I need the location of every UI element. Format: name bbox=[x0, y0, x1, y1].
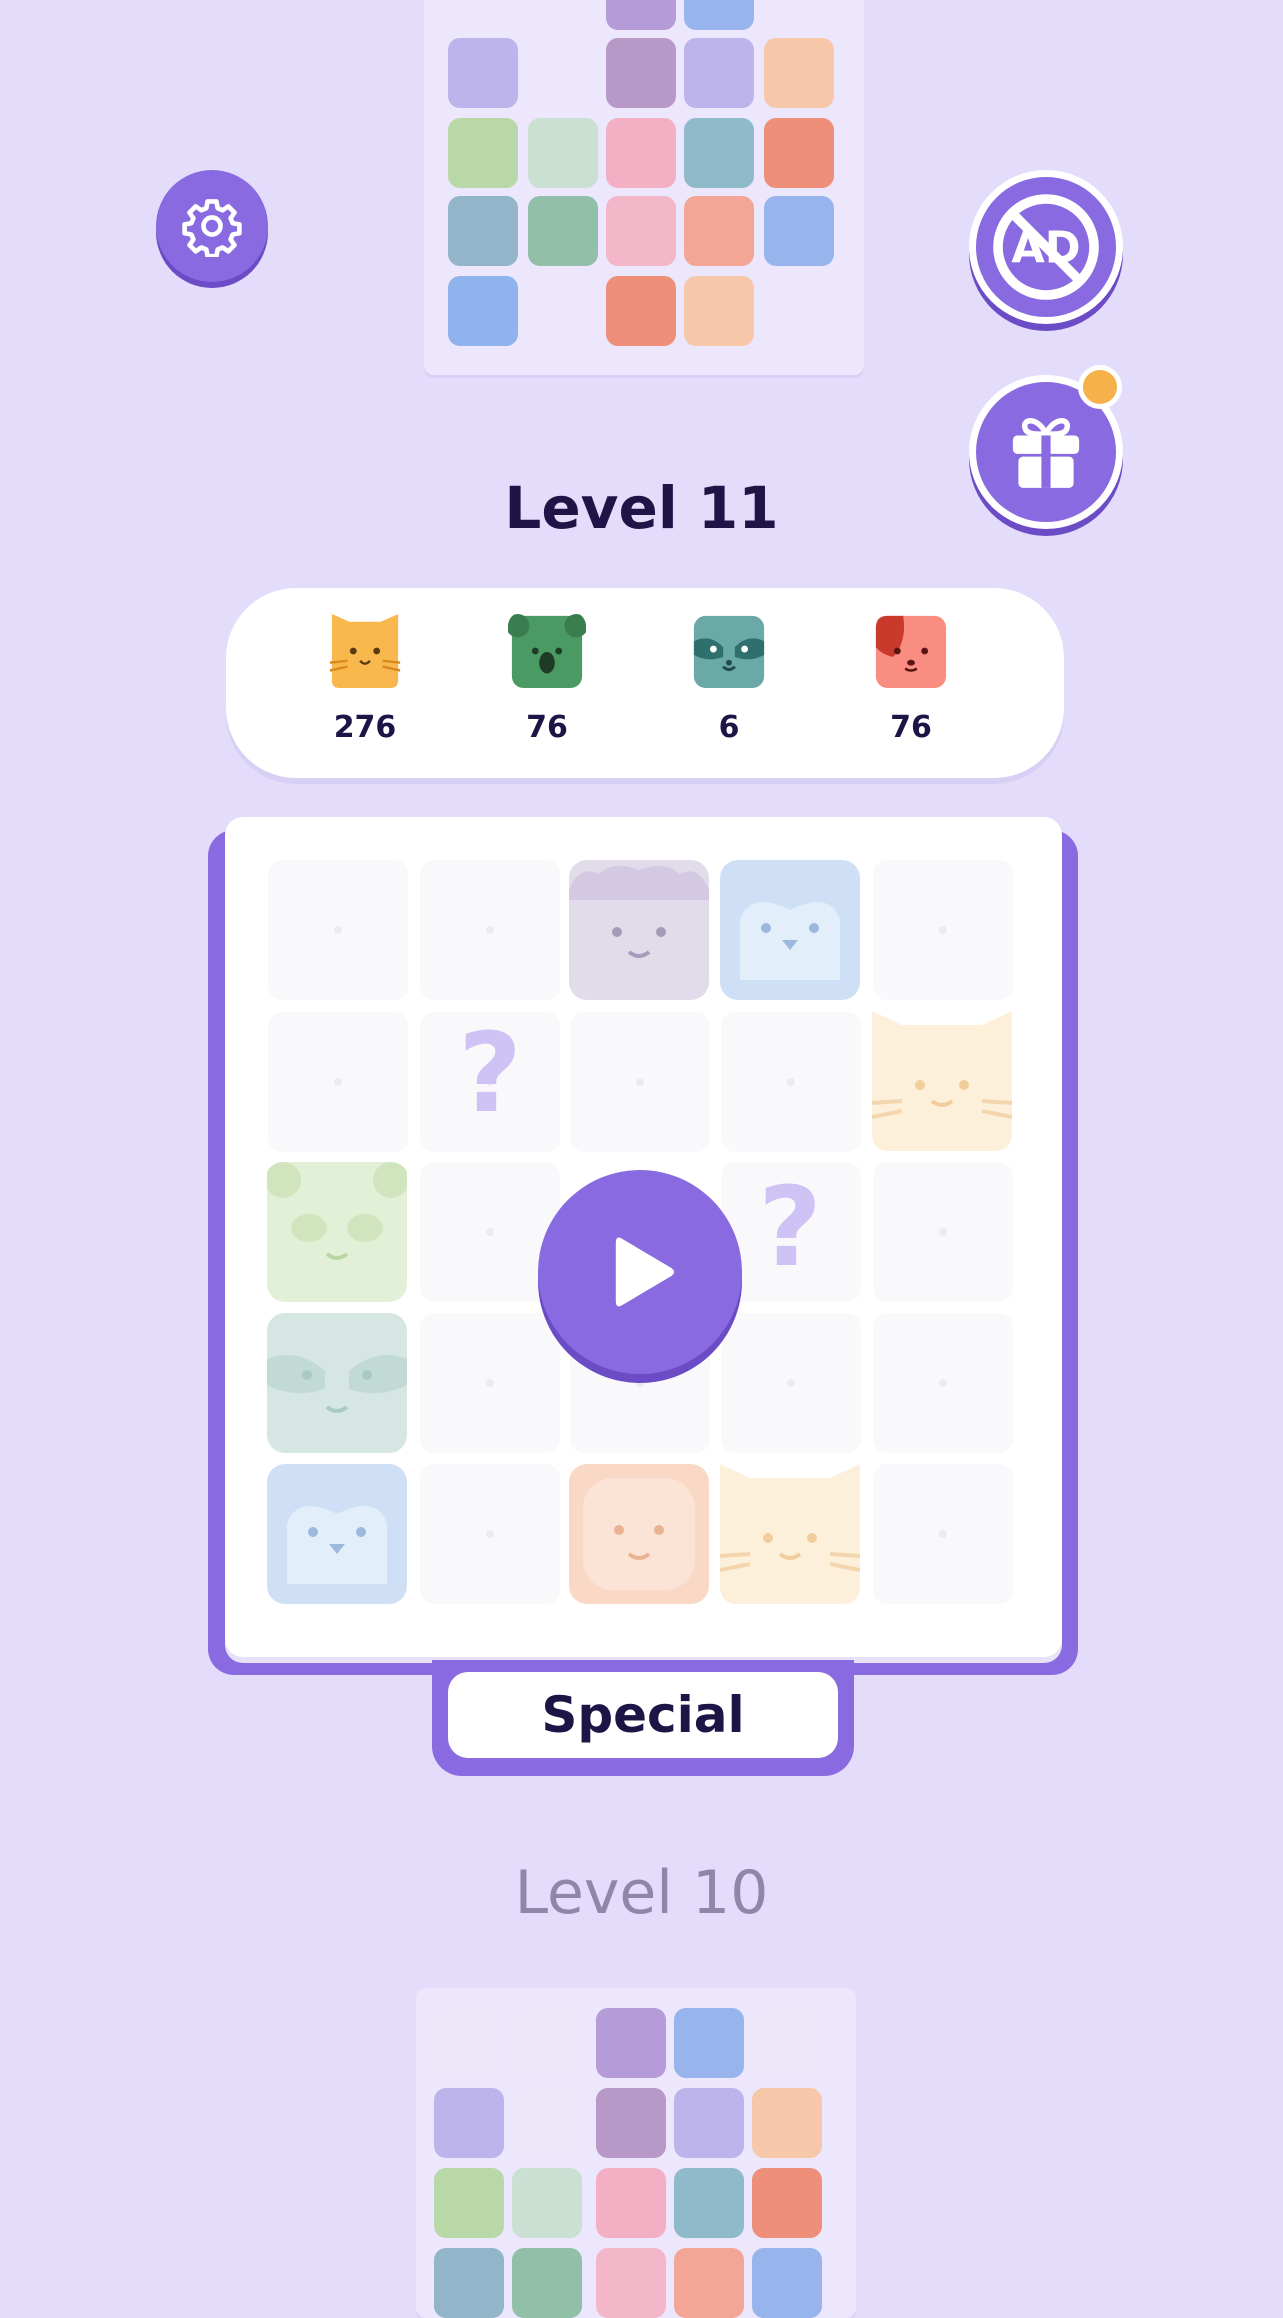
empty-cell bbox=[420, 1464, 560, 1604]
next-level-preview[interactable] bbox=[424, 0, 864, 375]
empty-cell bbox=[873, 1162, 1013, 1302]
level-mode-label: Special bbox=[448, 1672, 838, 1758]
panda-tile bbox=[267, 1162, 407, 1302]
tiger-tile bbox=[684, 196, 754, 266]
empty-cell bbox=[268, 1012, 408, 1152]
bird-tile bbox=[448, 38, 518, 108]
raccoon-icon bbox=[690, 612, 768, 690]
goal-item: 76 bbox=[851, 612, 971, 745]
lion-tile bbox=[752, 2168, 822, 2238]
lion-tile bbox=[606, 276, 676, 346]
dog-icon bbox=[872, 612, 950, 690]
cat-tile bbox=[764, 38, 834, 108]
empty-cell bbox=[721, 1012, 861, 1152]
sheep-tile bbox=[569, 860, 709, 1000]
level-title: Level 11 bbox=[504, 474, 779, 542]
dog-tile bbox=[606, 118, 676, 188]
raccoon-tile bbox=[448, 196, 518, 266]
goal-count: 276 bbox=[333, 710, 397, 745]
cat-tile bbox=[752, 2088, 822, 2158]
bear-tile bbox=[596, 2088, 666, 2158]
no-ads-icon: AD bbox=[993, 194, 1099, 300]
panda-tile bbox=[434, 2168, 504, 2238]
bird-tile bbox=[674, 2088, 744, 2158]
lion-tile bbox=[764, 118, 834, 188]
penguin-tile bbox=[752, 2248, 822, 2318]
penguin-tile bbox=[674, 2008, 744, 2078]
goal-item: 6 bbox=[669, 612, 789, 745]
settings-button[interactable] bbox=[156, 170, 268, 282]
cat-tile bbox=[720, 1464, 860, 1604]
raccoon-tile bbox=[674, 2168, 744, 2238]
empty-cell bbox=[873, 1313, 1013, 1453]
raccoon-tile bbox=[267, 1313, 407, 1453]
bear-tile bbox=[606, 38, 676, 108]
cat-tile bbox=[872, 1011, 1012, 1151]
penguin-tile bbox=[267, 1464, 407, 1604]
empty-cell bbox=[752, 2008, 822, 2078]
raccoon-tile bbox=[684, 118, 754, 188]
empty-cell bbox=[873, 1464, 1013, 1604]
empty-cell bbox=[420, 860, 560, 1000]
tiger-tile bbox=[674, 2248, 744, 2318]
goal-count: 76 bbox=[526, 710, 568, 745]
empty-cell bbox=[512, 2008, 582, 2078]
empty-cell bbox=[721, 1313, 861, 1453]
play-icon bbox=[615, 1237, 675, 1307]
empty-cell bbox=[570, 1012, 710, 1152]
empty-cell bbox=[268, 860, 408, 1000]
level-goals-panel: 276 76 6 76 bbox=[226, 588, 1064, 778]
pig-tile bbox=[606, 196, 676, 266]
lion-tile bbox=[569, 1464, 709, 1604]
pig-tile bbox=[596, 2248, 666, 2318]
penguin-tile bbox=[720, 860, 860, 1000]
empty-cell bbox=[873, 860, 1013, 1000]
cat-icon bbox=[326, 612, 404, 690]
goal-count: 76 bbox=[890, 710, 932, 745]
sheep-tile bbox=[606, 0, 676, 30]
frog-tile bbox=[528, 118, 598, 188]
goal-item: 276 bbox=[305, 612, 425, 745]
no-ads-button[interactable]: AD bbox=[969, 170, 1123, 324]
frog-tile bbox=[512, 2168, 582, 2238]
hidden-tile-mark: ? bbox=[758, 1163, 822, 1291]
raccoon-tile bbox=[434, 2248, 504, 2318]
gear-icon bbox=[182, 199, 242, 257]
play-button[interactable] bbox=[538, 1170, 742, 1374]
empty-cell bbox=[420, 1313, 560, 1453]
cat-tile bbox=[684, 276, 754, 346]
penguin-tile bbox=[448, 276, 518, 346]
penguin-tile bbox=[684, 0, 754, 30]
sheep-tile bbox=[596, 2008, 666, 2078]
previous-level-preview[interactable] bbox=[416, 1988, 856, 2318]
previous-level-title[interactable]: Level 10 bbox=[0, 1858, 1283, 1928]
empty-cell bbox=[434, 2008, 504, 2078]
bird-tile bbox=[684, 38, 754, 108]
empty-cell bbox=[512, 2088, 582, 2158]
panda-tile bbox=[448, 118, 518, 188]
goal-item: 76 bbox=[487, 612, 607, 745]
koala-tile bbox=[528, 196, 598, 266]
koala-tile bbox=[512, 2248, 582, 2318]
goal-count: 6 bbox=[718, 710, 740, 745]
koala-icon bbox=[508, 612, 586, 690]
hidden-tile-mark: ? bbox=[458, 1009, 522, 1137]
bird-tile bbox=[434, 2088, 504, 2158]
notification-badge bbox=[1078, 365, 1122, 409]
penguin-tile bbox=[764, 196, 834, 266]
dog-tile bbox=[596, 2168, 666, 2238]
